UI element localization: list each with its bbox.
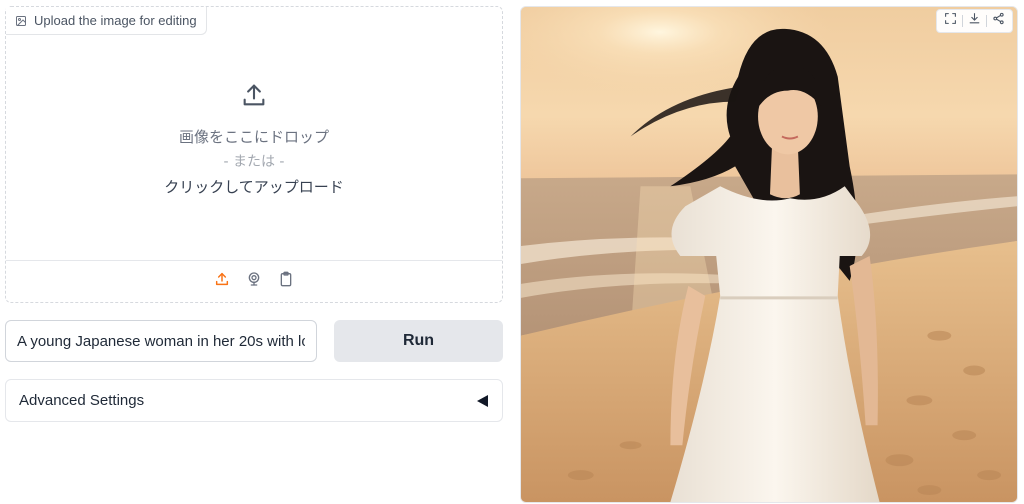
upload-icon <box>240 81 268 114</box>
webcam-source-button[interactable] <box>244 272 264 292</box>
share-button[interactable] <box>987 10 1010 32</box>
source-selector <box>6 260 502 302</box>
image-drop-zone[interactable]: 画像をここにドロップ - または - クリックしてアップロード <box>6 7 502 261</box>
image-input-label-text: Upload the image for editing <box>34 13 197 28</box>
advanced-settings-accordion[interactable]: Advanced Settings <box>5 379 503 422</box>
fullscreen-icon <box>944 12 957 30</box>
advanced-settings-label: Advanced Settings <box>19 392 145 409</box>
webcam-icon <box>246 271 262 292</box>
download-icon <box>968 12 981 30</box>
output-image <box>521 7 1017 502</box>
fullscreen-button[interactable] <box>939 10 962 32</box>
caret-left-icon <box>477 394 488 407</box>
share-icon <box>992 12 1005 30</box>
output-toolbar <box>936 9 1013 33</box>
clipboard-source-button[interactable] <box>276 271 296 292</box>
prompt-input[interactable] <box>5 320 317 362</box>
output-image-panel <box>520 6 1018 503</box>
drop-instruction: 画像をここにドロップ <box>178 127 329 146</box>
image-icon <box>15 15 27 27</box>
download-button[interactable] <box>963 10 986 32</box>
run-button[interactable]: Run <box>334 320 503 362</box>
image-input-label: Upload the image for editing <box>6 7 207 35</box>
clipboard-icon <box>278 271 294 292</box>
upload-source-button[interactable] <box>212 272 232 292</box>
image-upload-panel: 画像をここにドロップ - または - クリックしてアップロード Upload t… <box>5 6 503 303</box>
click-to-upload-text: クリックしてアップロード <box>164 177 344 196</box>
drop-or-separator: - または - <box>223 153 285 170</box>
upload-icon <box>214 271 230 292</box>
